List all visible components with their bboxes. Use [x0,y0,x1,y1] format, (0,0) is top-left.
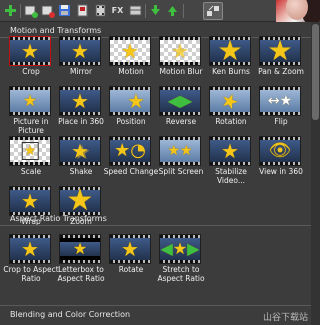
effect-thumbnail: ★ [109,86,151,116]
preview-thumbnail[interactable] [276,0,320,22]
effect-thumbnail: ★ [259,36,301,66]
section-divider [0,225,311,226]
effect-label: Flip [274,117,288,126]
effect-speed-change[interactable]: ★◔ Speed Change [104,136,158,186]
section-title: Blending and Color Correction [10,309,131,319]
effect-thumbnail: ★ [209,86,251,116]
effect-shake[interactable]: ★ Shake [55,136,107,186]
effect-thumbnail: ★ [59,234,101,264]
star-icon: ★ [127,89,145,113]
effect-thumbnail: ★ [9,36,51,66]
effect-flip[interactable]: ↔★ Flip [255,86,307,136]
effect-split-screen[interactable]: ★★ Split Screen [155,136,207,186]
effect-thumbnail: ★ [109,36,151,66]
effect-label: View in 360 [259,167,303,176]
effect-crop[interactable]: ★ Crop [5,36,57,86]
effect-thumbnail: ★ [59,136,101,166]
star-icon: ★ [21,237,39,261]
section-title: Motion and Transforms [10,25,102,35]
transitions-icon[interactable] [203,2,223,20]
effect-thumbnail: ★ [209,136,251,166]
effect-thumbnail: ★ [209,36,251,66]
section-title: Aspect Ratio Transforms [10,213,107,223]
clock-icon: ★◔ [114,140,146,161]
effect-crop-to-aspect-ratio[interactable]: ★ Crop to Aspect Ratio [3,234,59,284]
effect-position[interactable]: ★ Position [105,86,157,136]
star-icon: ★ [71,89,89,113]
effect-thumbnail: ★ [59,86,101,116]
effect-letterbox-to-aspect-ratio[interactable]: ★ Letterbox to Aspect Ratio [55,234,107,284]
stretch-arrows-icon: ◀★▶ [160,239,200,258]
star-icon: ★ [21,189,39,213]
effect-stretch-to-aspect-ratio[interactable]: ◀★▶ Stretch to Aspect Ratio [155,234,207,284]
star-icon: ★ [72,239,88,258]
effects-panel: Motion and Transforms ★ Crop ★ Mirror ★ … [0,22,320,325]
star-icon: ★ [71,39,89,63]
effect-thumbnail: ★ [9,86,51,116]
scrollbar-thumb[interactable] [312,24,319,120]
vertical-scrollbar[interactable] [311,22,320,325]
star-icon: ★ [221,139,239,163]
effect-ken-burns[interactable]: ★ Ken Burns [205,36,257,86]
effect-stabilize-video[interactable]: ★ Stabilize Video... [205,136,257,186]
move-up-icon[interactable] [165,3,180,18]
sequence-icon[interactable] [128,3,143,18]
arrow-icon: ◀▶ [167,91,193,110]
effect-thumbnail: ★◔ [109,136,151,166]
star-icon: ★ [121,39,139,63]
star-icon: ★ [21,142,39,160]
fx-label: FX [111,6,124,15]
fx-icon[interactable]: FX [110,3,125,18]
add-media-icon[interactable] [23,3,38,18]
effect-rotation[interactable]: ★ Rotation [205,86,257,136]
effect-thumbnail: 👁 [259,136,301,166]
effect-motion[interactable]: ★ Motion [105,36,157,86]
effect-thumbnail: ★ [9,234,51,264]
effect-label: Stretch to Aspect Ratio [157,265,205,283]
star-icon: ★ [121,237,139,261]
remove-media-icon[interactable] [40,3,55,18]
effect-reverse[interactable]: ◀▶ Reverse [155,86,207,136]
star-icon: ★ [217,36,243,66]
add-icon[interactable] [3,3,18,18]
section-header-motion: Motion and Transforms [0,23,311,37]
effect-view-in-360[interactable]: 👁 View in 360 [255,136,307,186]
effect-pan-zoom[interactable]: ★ Pan & Zoom [255,36,307,86]
effect-thumbnail: ★ [159,36,201,66]
effect-mirror[interactable]: ★ Mirror [55,36,107,86]
toolbar: FX [0,0,320,22]
effect-scale[interactable]: ★ Scale [5,136,57,186]
toolbar-separator [145,4,146,18]
film-icon[interactable] [93,3,108,18]
flip-arrows-icon: ↔★ [267,93,293,109]
toolbar-separator [183,4,184,18]
watermark-text: 山谷下载站 [262,313,308,323]
clip-icon[interactable] [75,3,90,18]
effect-thumbnail: ★ [9,136,51,166]
section-header-aspect-ratio: Aspect Ratio Transforms [0,211,311,225]
effect-place-in-360[interactable]: ★ Place in 360 [55,86,107,136]
toolbar-separator [20,4,21,18]
effect-thumbnail: ★ [59,36,101,66]
section-divider [0,305,311,306]
effect-motion-blur[interactable]: ★ Motion Blur [155,36,207,86]
effect-thumbnail: ★ [109,234,151,264]
effect-thumbnail: ↔★ [259,86,301,116]
star-icon: ★★ [167,143,193,159]
effect-rotate[interactable]: ★ Rotate [105,234,157,284]
star-icon: ★ [22,91,38,110]
star-icon: ★ [267,36,293,66]
effect-thumbnail: ★★ [159,136,201,166]
effect-thumbnail: ◀▶ [159,86,201,116]
star-icon: ★ [171,39,189,63]
eye-icon: 👁 [268,140,292,161]
move-down-icon[interactable] [148,3,163,18]
star-icon: ★ [21,39,39,63]
effect-thumbnail: ◀★▶ [159,234,201,264]
effect-label: Pan & Zoom [258,67,304,76]
star-icon: ★ [71,139,89,163]
save-icon[interactable] [57,3,72,18]
effect-picture-in-picture[interactable]: ★ Picture in Picture [5,86,57,136]
